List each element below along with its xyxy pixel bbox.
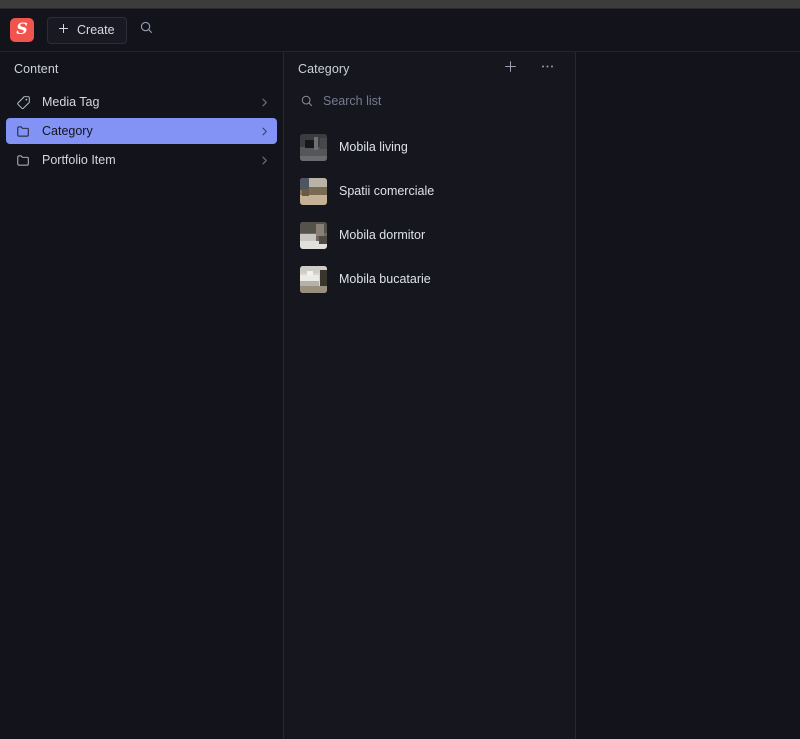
browser-chrome-strip xyxy=(0,0,800,9)
logo-letter: S xyxy=(16,19,28,38)
documents-pane-header: Category xyxy=(284,52,575,85)
document-title: Spatii comerciale xyxy=(339,184,435,198)
create-button-label: Create xyxy=(77,23,115,37)
structure-list: Media Tag Category Portfolio Item xyxy=(0,85,283,173)
folder-icon xyxy=(15,123,31,139)
sidebar-item-category[interactable]: Category xyxy=(6,118,277,144)
search-icon xyxy=(300,94,314,108)
structure-pane: Content Media Tag Category Portfolio Ite… xyxy=(0,52,284,739)
list-item[interactable]: Spatii comerciale xyxy=(284,169,575,213)
list-item[interactable]: Mobila bucatarie xyxy=(284,257,575,301)
plus-icon xyxy=(57,22,70,38)
structure-pane-header: Content xyxy=(0,52,283,85)
list-search-row[interactable] xyxy=(284,85,575,116)
sidebar-item-label: Portfolio Item xyxy=(42,153,116,167)
document-editor-pane xyxy=(576,52,800,739)
document-thumbnail xyxy=(300,177,327,205)
tag-icon xyxy=(15,94,31,110)
global-search-button[interactable] xyxy=(133,17,161,44)
chevron-right-icon xyxy=(260,97,269,108)
add-document-button[interactable] xyxy=(496,55,524,82)
ellipsis-icon xyxy=(540,59,555,79)
chevron-right-icon xyxy=(260,126,269,137)
documents-pane-title: Category xyxy=(298,61,350,76)
document-title: Mobila dormitor xyxy=(339,228,426,242)
structure-pane-title: Content xyxy=(14,61,59,76)
create-button[interactable]: Create xyxy=(47,16,127,44)
document-list: Mobila living Spatii comerciale Mobila d… xyxy=(284,116,575,739)
list-item[interactable]: Mobila living xyxy=(284,125,575,169)
document-thumbnail xyxy=(300,133,327,161)
sidebar-item-media-tag[interactable]: Media Tag xyxy=(6,89,277,115)
studio-window: S Create Content Media Tag Category Port… xyxy=(0,0,800,739)
list-item[interactable]: Mobila dormitor xyxy=(284,213,575,257)
search-icon xyxy=(139,20,154,40)
plus-icon xyxy=(503,59,518,79)
sidebar-item-label: Category xyxy=(42,124,93,138)
document-title: Mobila bucatarie xyxy=(339,272,431,286)
documents-pane-actions xyxy=(490,55,561,82)
folder-icon xyxy=(15,152,31,168)
sidebar-item-portfolio-item[interactable]: Portfolio Item xyxy=(6,147,277,173)
search-input[interactable] xyxy=(323,93,559,108)
workspace: Content Media Tag Category Portfolio Ite… xyxy=(0,52,800,739)
document-title: Mobila living xyxy=(339,140,408,154)
studio-logo[interactable]: S xyxy=(10,18,34,42)
sidebar-item-label: Media Tag xyxy=(42,95,100,109)
document-thumbnail xyxy=(300,221,327,249)
document-thumbnail xyxy=(300,265,327,293)
top-navbar: S Create xyxy=(0,9,800,52)
documents-pane-menu-button[interactable] xyxy=(533,55,561,82)
chevron-right-icon xyxy=(260,155,269,166)
documents-pane: Category Search list Mobila living Spati… xyxy=(284,52,576,739)
